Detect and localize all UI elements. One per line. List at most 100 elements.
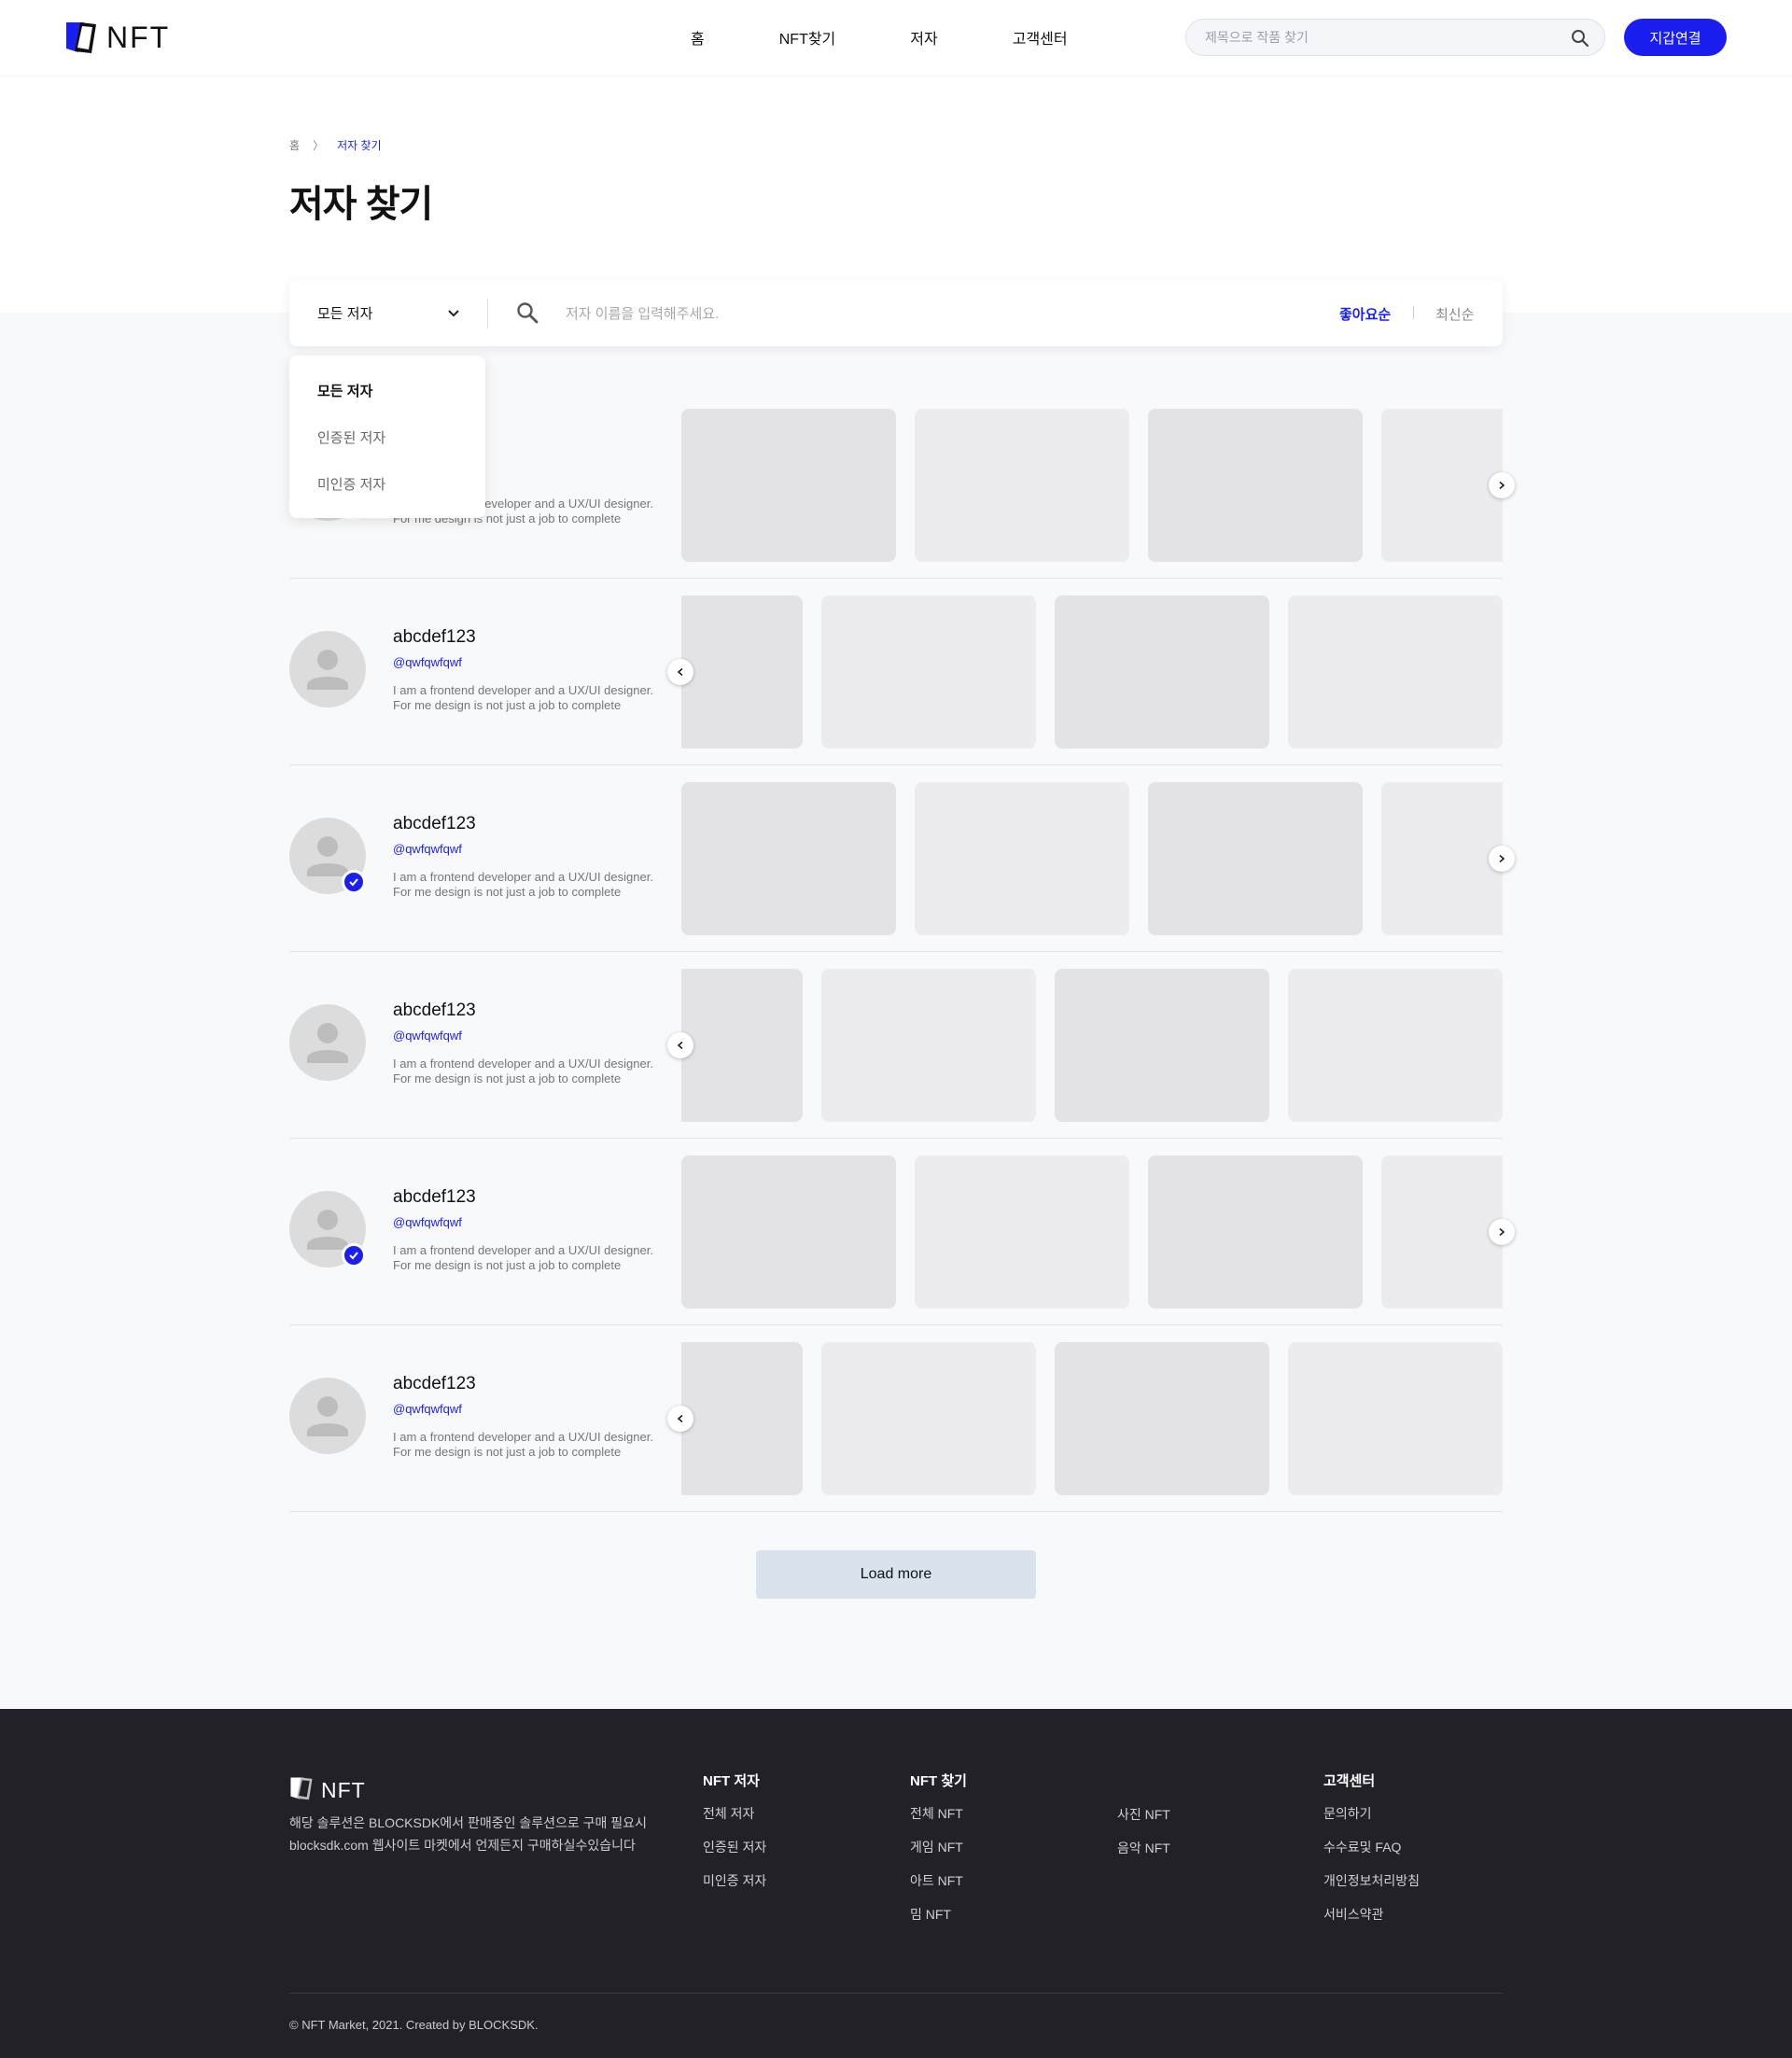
nft-thumbnail[interactable] <box>681 1342 803 1495</box>
footer-link[interactable]: 미인증 저자 <box>703 1870 766 1904</box>
nft-thumbnail[interactable] <box>681 595 803 749</box>
nft-thumbnail[interactable] <box>1381 782 1503 935</box>
divider <box>1413 306 1414 319</box>
author-bio-line: For me design is not just a job to compl… <box>393 885 622 899</box>
nft-thumbnail[interactable] <box>1055 969 1269 1122</box>
nft-thumbnail[interactable] <box>1055 595 1269 749</box>
site-footer: NFT 해당 솔루션은 BLOCKSDK에서 판매중인 솔루션으로 구매 필요시… <box>0 1709 1792 2058</box>
footer-col-find-extra: 사진 NFT 음악 NFT <box>1117 1804 1170 1871</box>
nft-thumbnail[interactable] <box>821 1342 1036 1495</box>
dropdown-option-all[interactable]: 모든 저자 <box>317 381 372 400</box>
nft-thumbnail[interactable] <box>915 782 1129 935</box>
sort-latest[interactable]: 최신순 <box>1435 304 1474 324</box>
avatar[interactable] <box>289 818 366 894</box>
verified-check-icon <box>342 870 366 894</box>
nav-home[interactable]: 홈 <box>691 26 705 49</box>
nft-thumbnail[interactable] <box>1148 1155 1363 1309</box>
footer-link[interactable]: 개인정보처리방침 <box>1323 1870 1420 1904</box>
nft-thumbnail[interactable] <box>1288 595 1503 749</box>
nft-thumbnail[interactable] <box>821 595 1036 749</box>
carousel-prev-icon[interactable] <box>667 659 693 685</box>
author-bio: I am a frontend developer and a UX/UI de… <box>393 870 682 900</box>
nft-thumbnail[interactable] <box>681 409 896 562</box>
nft-thumbnail[interactable] <box>1055 1342 1269 1495</box>
nft-logo-icon <box>289 1776 314 1805</box>
author-handle[interactable]: @qwfqwfqwf <box>393 655 462 669</box>
author-name[interactable]: abcdef123 <box>393 1001 476 1021</box>
author-name[interactable]: abcdef123 <box>393 627 476 648</box>
author-bio-line: For me design is not just a job to compl… <box>393 698 622 712</box>
author-bio-line: I am a frontend developer and a UX/UI de… <box>393 1057 653 1071</box>
nft-thumbnail[interactable] <box>681 969 803 1122</box>
footer-link[interactable]: 전체 저자 <box>703 1803 766 1837</box>
footer-link[interactable]: 아트 NFT <box>910 1870 967 1904</box>
author-row: abcdef123 @qwfqwfqwf I am a frontend devel… <box>289 952 1503 1139</box>
avatar[interactable] <box>289 1378 366 1454</box>
nft-thumbnail[interactable] <box>821 969 1036 1122</box>
footer-link[interactable]: 밈 NFT <box>910 1904 967 1938</box>
dropdown-option-unverified[interactable]: 미인증 저자 <box>317 474 385 494</box>
author-filter-select[interactable]: 모든 저자 <box>317 280 372 346</box>
nft-thumbnail[interactable] <box>1288 969 1503 1122</box>
footer-link[interactable]: 서비스약관 <box>1323 1904 1420 1938</box>
nav-authors[interactable]: 저자 <box>910 26 937 49</box>
footer-link[interactable]: 인증된 저자 <box>703 1837 766 1870</box>
author-handle[interactable]: @qwfqwfqwf <box>393 1215 462 1229</box>
footer-desc-line: 해당 솔루션은 BLOCKSDK에서 판매중인 솔루션으로 구매 필요시 <box>289 1815 647 1830</box>
avatar[interactable] <box>289 1004 366 1081</box>
copyright: © NFT Market, 2021. Created by BLOCKSDK. <box>289 2018 539 2032</box>
nft-thumbnail[interactable] <box>681 1155 896 1309</box>
sort-likes[interactable]: 좋아요순 <box>1339 304 1391 324</box>
carousel-next-icon[interactable] <box>1489 846 1515 872</box>
dropdown-option-verified[interactable]: 인증된 저자 <box>317 427 385 447</box>
avatar[interactable] <box>289 1191 366 1267</box>
footer-description: 해당 솔루션은 BLOCKSDK에서 판매중인 솔루션으로 구매 필요시 blo… <box>289 1812 681 1856</box>
nav-support[interactable]: 고객센터 <box>1013 26 1068 49</box>
footer-link[interactable]: 게임 NFT <box>910 1837 967 1870</box>
author-handle[interactable]: @qwfqwfqwf <box>393 842 462 856</box>
nft-thumbnail[interactable] <box>681 782 896 935</box>
logo[interactable]: NFT <box>65 21 170 54</box>
search-icon[interactable] <box>1571 29 1589 52</box>
footer-col-support: 고객센터 문의하기 수수료및 FAQ 개인정보처리방침 서비스약관 <box>1323 1771 1420 1938</box>
author-name[interactable]: abcdef123 <box>393 814 476 834</box>
nft-thumbnail[interactable] <box>915 1155 1129 1309</box>
load-more-button[interactable]: Load more <box>756 1550 1036 1599</box>
nft-thumbnail[interactable] <box>1381 1155 1503 1309</box>
author-handle[interactable]: @qwfqwfqwf <box>393 1029 462 1043</box>
header-search-input[interactable] <box>1205 20 1560 55</box>
carousel-next-icon[interactable] <box>1489 472 1515 498</box>
carousel-next-icon[interactable] <box>1489 1219 1515 1245</box>
nft-thumbnail[interactable] <box>1288 1342 1503 1495</box>
nft-carousel <box>681 969 1503 1122</box>
carousel-prev-icon[interactable] <box>667 1032 693 1058</box>
footer-col-title: 고객센터 <box>1323 1773 1376 1789</box>
footer-link[interactable]: 전체 NFT <box>910 1803 967 1837</box>
author-bio: I am a frontend developer and a UX/UI de… <box>393 1430 682 1460</box>
author-name[interactable]: abcdef123 <box>393 1187 476 1208</box>
author-bio: I am a frontend developer and a UX/UI de… <box>393 1243 682 1273</box>
nft-logo-icon <box>65 21 96 54</box>
author-bio-line: I am a frontend developer and a UX/UI de… <box>393 1430 653 1444</box>
nft-thumbnail[interactable] <box>1148 782 1363 935</box>
nft-thumbnail[interactable] <box>1381 409 1503 562</box>
nft-thumbnail[interactable] <box>1148 409 1363 562</box>
footer-link[interactable]: 음악 NFT <box>1117 1838 1170 1871</box>
author-search-input[interactable] <box>566 297 1126 330</box>
author-name[interactable]: abcdef123 <box>393 1374 476 1394</box>
footer-col-title: NFT 저자 <box>703 1773 760 1789</box>
footer-link[interactable]: 수수료및 FAQ <box>1323 1837 1420 1870</box>
breadcrumb-home[interactable]: 홈 <box>289 137 300 153</box>
author-handle[interactable]: @qwfqwfqwf <box>393 1402 462 1416</box>
author-bio-line: I am a frontend developer and a UX/UI de… <box>393 870 653 884</box>
avatar[interactable] <box>289 631 366 707</box>
page-title: 저자 찾기 <box>289 184 433 225</box>
carousel-prev-icon[interactable] <box>667 1406 693 1432</box>
nft-thumbnail[interactable] <box>915 409 1129 562</box>
chevron-down-icon[interactable] <box>446 305 461 325</box>
footer-logo[interactable]: NFT <box>289 1776 366 1805</box>
connect-wallet-button[interactable]: 지갑연결 <box>1624 19 1727 56</box>
footer-link[interactable]: 문의하기 <box>1323 1803 1420 1837</box>
footer-link[interactable]: 사진 NFT <box>1117 1804 1170 1838</box>
nav-find-nft[interactable]: NFT찾기 <box>779 26 836 49</box>
